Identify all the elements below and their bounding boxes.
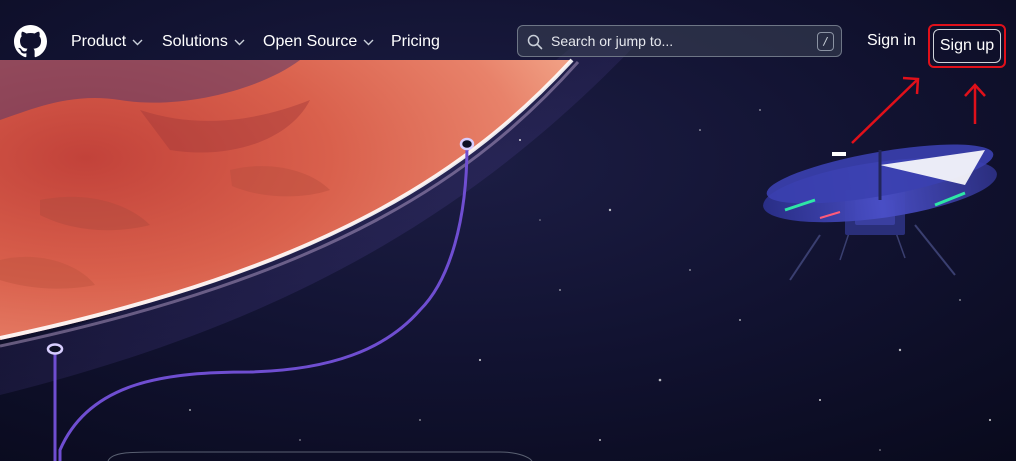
- nav-pricing[interactable]: Pricing: [391, 30, 440, 54]
- chevron-down-icon: [132, 39, 143, 45]
- chevron-down-icon: [234, 39, 245, 45]
- search-placeholder: Search or jump to...: [551, 33, 674, 49]
- nav-open-source[interactable]: Open Source: [263, 30, 374, 54]
- github-octocat-icon[interactable]: [14, 25, 47, 58]
- nav-product-label: Product: [71, 33, 127, 50]
- nav-open-source-label: Open Source: [263, 33, 358, 50]
- sign-up-button[interactable]: Sign up: [933, 29, 1001, 63]
- sign-in-link[interactable]: Sign in: [867, 32, 916, 50]
- nav-product[interactable]: Product: [71, 30, 143, 54]
- search-icon: [527, 34, 543, 50]
- nav-pricing-label: Pricing: [391, 33, 440, 50]
- chevron-down-icon: [363, 39, 374, 45]
- search-shortcut-key: /: [817, 32, 834, 51]
- top-navigation: Product Solutions Open Source Pricing Se…: [0, 5, 1016, 77]
- nav-solutions-label: Solutions: [162, 33, 228, 50]
- nav-solutions[interactable]: Solutions: [162, 30, 245, 54]
- search-input[interactable]: Search or jump to... /: [517, 25, 842, 57]
